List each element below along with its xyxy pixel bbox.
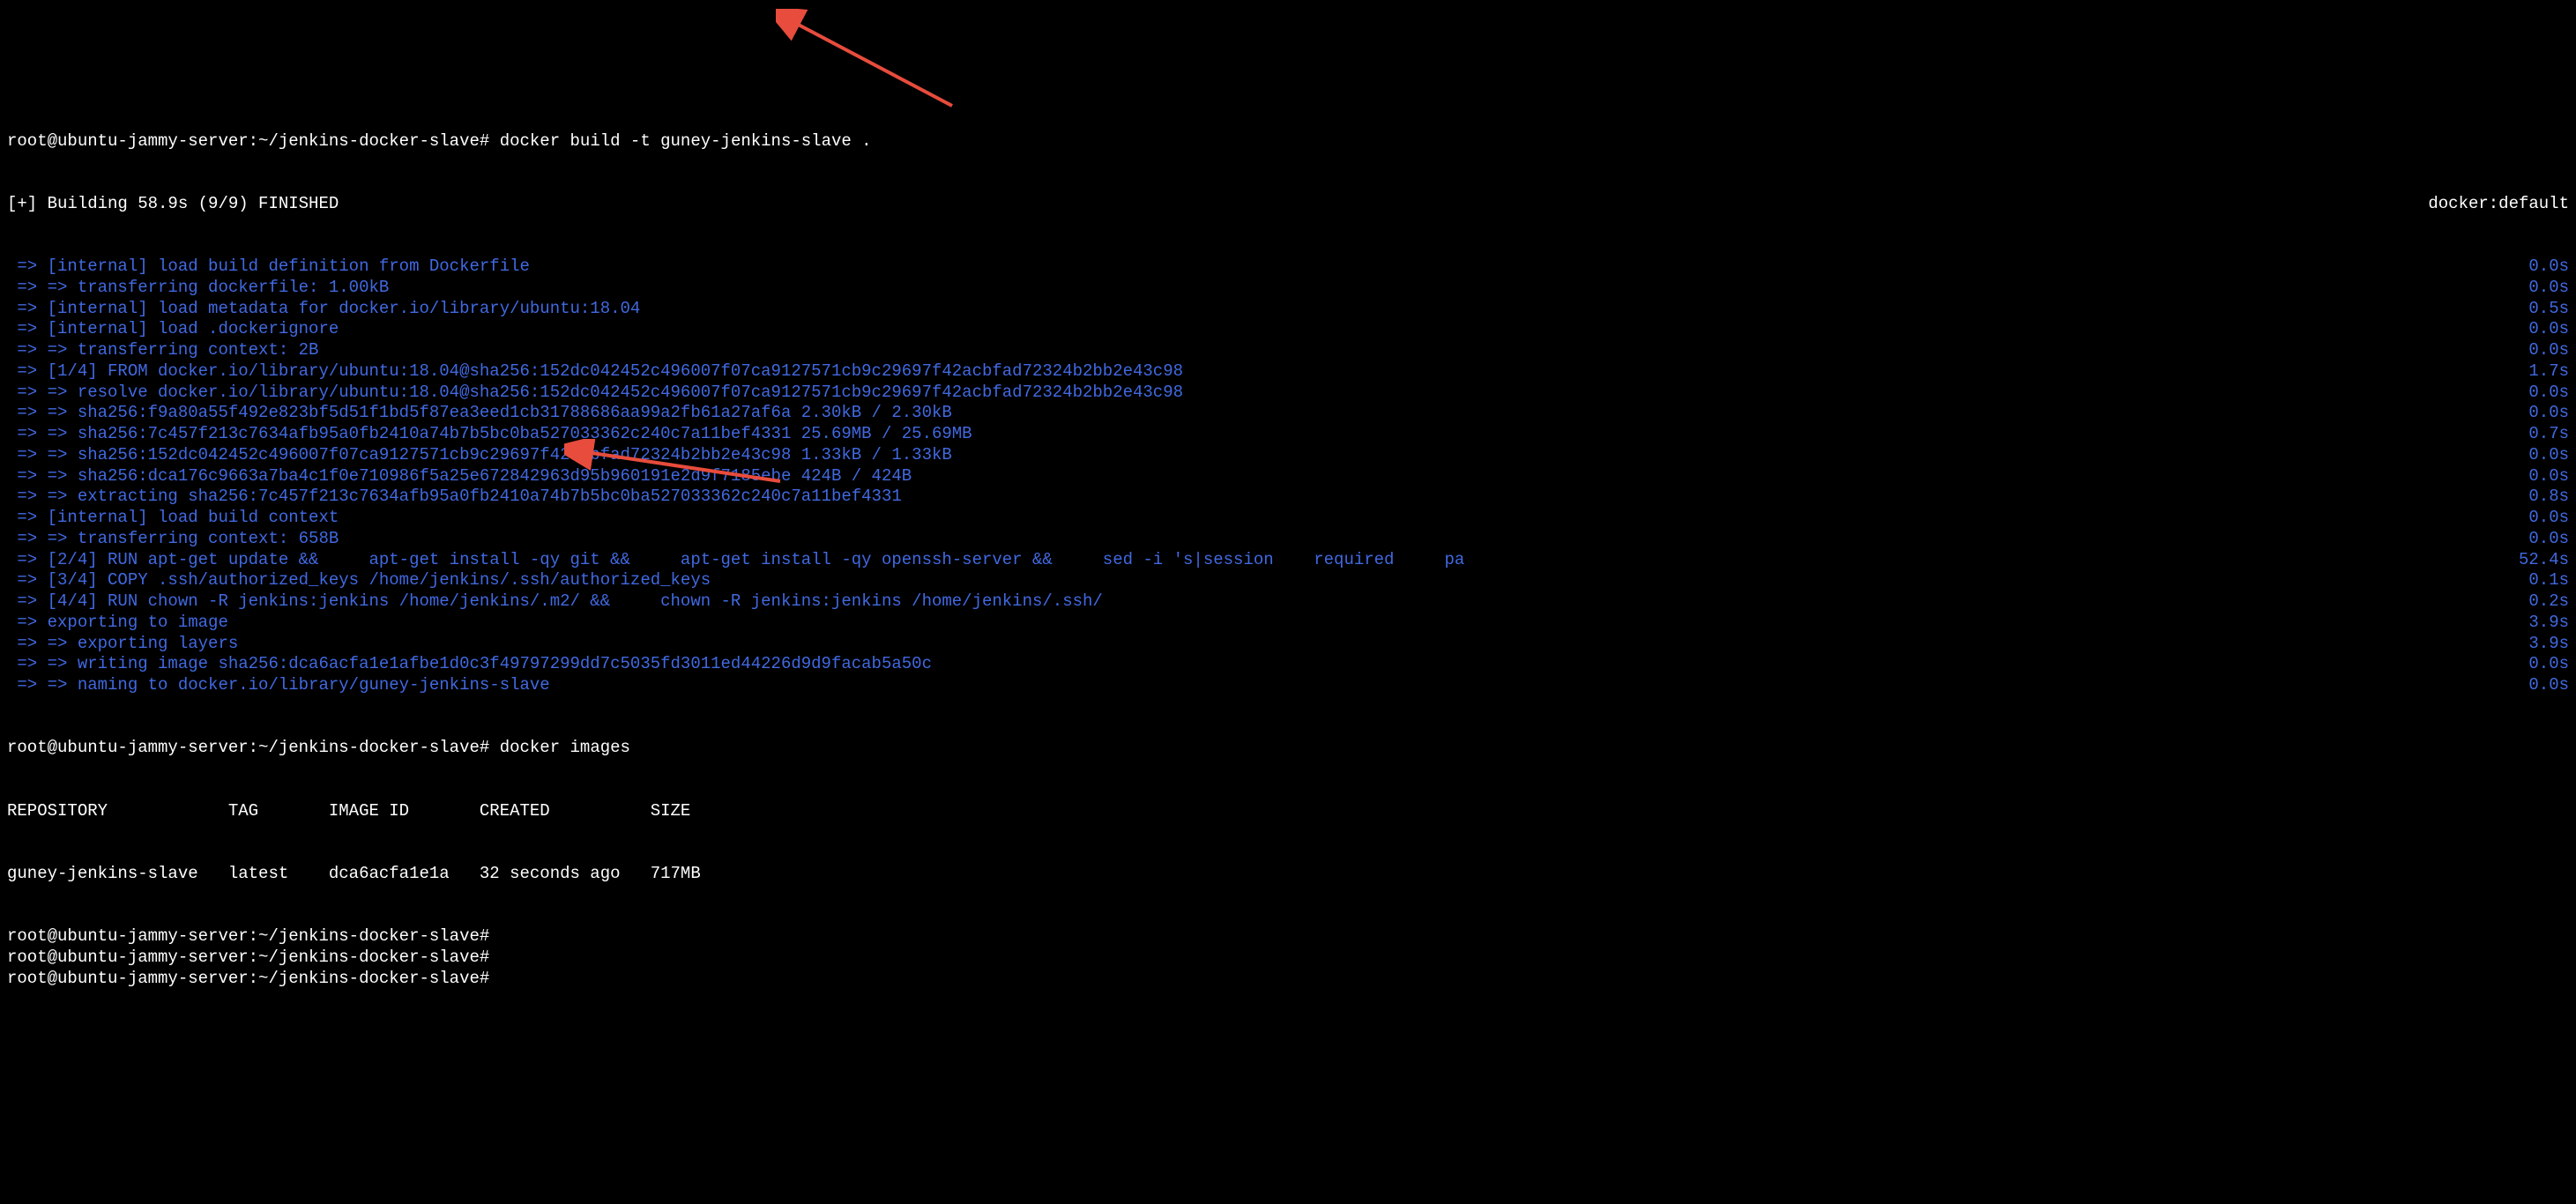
build-step-line: => => exporting layers3.9s <box>7 634 2569 655</box>
build-step-text: => [internal] load build context <box>7 508 2511 529</box>
build-step-line: => [2/4] RUN apt-get update && apt-get i… <box>7 550 2569 571</box>
terminal-output: root@ubuntu-jammy-server:~/jenkins-docke… <box>7 89 2569 1010</box>
build-step-line: => => transferring context: 658B0.0s <box>7 529 2569 550</box>
build-step-time: 0.0s <box>2511 256 2569 278</box>
build-step-text: => [1/4] FROM docker.io/library/ubuntu:1… <box>7 361 2511 383</box>
table-row-line: guney-jenkins-slave latest dca6acfa1e1a … <box>7 864 2569 885</box>
build-step-time: 0.8s <box>2511 487 2569 508</box>
build-step-time: 0.0s <box>2511 675 2569 696</box>
shell-prompt: root@ubuntu-jammy-server:~/jenkins-docke… <box>7 926 2569 948</box>
build-step-line: => => naming to docker.io/library/guney-… <box>7 675 2569 696</box>
build-step-text: => [2/4] RUN apt-get update && apt-get i… <box>7 550 2501 571</box>
build-step-text: => => resolve docker.io/library/ubuntu:1… <box>7 383 2511 404</box>
build-step-time: 0.1s <box>2511 570 2569 591</box>
build-step-time: 3.9s <box>2511 613 2569 634</box>
shell-prompt: root@ubuntu-jammy-server:~/jenkins-docke… <box>7 131 489 151</box>
build-step-line: => => transferring dockerfile: 1.00kB0.0… <box>7 278 2569 299</box>
build-step-line: => => transferring context: 2B0.0s <box>7 340 2569 361</box>
build-step-line: => => sha256:7c457f213c7634afb95a0fb2410… <box>7 424 2569 445</box>
build-step-line: => [internal] load build context0.0s <box>7 508 2569 529</box>
building-status-line: [+] Building 58.9s (9/9) FINISHED docker… <box>7 194 2569 215</box>
prompt-line-1: root@ubuntu-jammy-server:~/jenkins-docke… <box>7 131 2569 152</box>
command-text: docker images <box>500 738 630 757</box>
build-step-line: => => writing image sha256:dca6acfa1e1af… <box>7 654 2569 675</box>
build-step-time: 0.0s <box>2511 654 2569 675</box>
build-step-text: => => sha256:152dc042452c496007f07ca9127… <box>7 445 2511 466</box>
build-step-time: 0.0s <box>2511 319 2569 340</box>
build-step-text: => => extracting sha256:7c457f213c7634af… <box>7 487 2511 508</box>
build-step-text: => => sha256:dca176c9663a7ba4c1f0e710986… <box>7 466 2511 487</box>
build-step-text: => => sha256:7c457f213c7634afb95a0fb2410… <box>7 424 2511 445</box>
build-step-line: => => sha256:152dc042452c496007f07ca9127… <box>7 445 2569 466</box>
build-step-text: => [4/4] RUN chown -R jenkins:jenkins /h… <box>7 591 2511 613</box>
build-step-line: => [4/4] RUN chown -R jenkins:jenkins /h… <box>7 591 2569 613</box>
building-status: [+] Building 58.9s (9/9) FINISHED <box>7 194 2410 215</box>
build-step-line: => => sha256:dca176c9663a7ba4c1f0e710986… <box>7 466 2569 487</box>
table-header-line: REPOSITORY TAG IMAGE ID CREATED SIZE <box>7 801 2569 822</box>
build-step-line: => => extracting sha256:7c457f213c7634af… <box>7 487 2569 508</box>
empty-prompts: root@ubuntu-jammy-server:~/jenkins-docke… <box>7 926 2569 989</box>
build-step-line: => [internal] load .dockerignore0.0s <box>7 319 2569 340</box>
build-step-time: 0.0s <box>2511 529 2569 550</box>
build-step-time: 0.5s <box>2511 299 2569 320</box>
shell-prompt: root@ubuntu-jammy-server:~/jenkins-docke… <box>7 969 2569 990</box>
prompt-line-2: root@ubuntu-jammy-server:~/jenkins-docke… <box>7 738 2569 759</box>
build-step-text: => => writing image sha256:dca6acfa1e1af… <box>7 654 2511 675</box>
docker-context: docker:default <box>2410 194 2569 215</box>
images-table-header: REPOSITORY TAG IMAGE ID CREATED SIZE <box>7 801 2569 822</box>
build-step-text: => [3/4] COPY .ssh/authorized_keys /home… <box>7 570 2511 591</box>
build-step-text: => => naming to docker.io/library/guney-… <box>7 675 2511 696</box>
build-step-text: => [internal] load metadata for docker.i… <box>7 299 2511 320</box>
build-step-time: 0.0s <box>2511 403 2569 424</box>
build-step-line: => [internal] load metadata for docker.i… <box>7 299 2569 320</box>
build-step-line: => => sha256:f9a80a55f492e823bf5d51f1bd5… <box>7 403 2569 424</box>
build-step-line: => [internal] load build definition from… <box>7 256 2569 278</box>
build-step-text: => exporting to image <box>7 613 2511 634</box>
build-step-text: => [internal] load build definition from… <box>7 256 2511 278</box>
build-step-text: => => exporting layers <box>7 634 2511 655</box>
build-step-time: 0.0s <box>2511 278 2569 299</box>
build-step-time: 0.0s <box>2511 383 2569 404</box>
build-step-line: => [3/4] COPY .ssh/authorized_keys /home… <box>7 570 2569 591</box>
build-step-text: => => transferring context: 658B <box>7 529 2511 550</box>
build-step-time: 0.0s <box>2511 508 2569 529</box>
command-text: docker build -t guney-jenkins-slave . <box>500 131 872 151</box>
build-step-time: 0.0s <box>2511 466 2569 487</box>
shell-prompt: root@ubuntu-jammy-server:~/jenkins-docke… <box>7 738 489 757</box>
build-step-line: => [1/4] FROM docker.io/library/ubuntu:1… <box>7 361 2569 383</box>
build-step-time: 0.0s <box>2511 445 2569 466</box>
build-step-text: => => sha256:f9a80a55f492e823bf5d51f1bd5… <box>7 403 2511 424</box>
build-steps: => [internal] load build definition from… <box>7 256 2569 696</box>
images-table-row: guney-jenkins-slave latest dca6acfa1e1a … <box>7 864 2569 885</box>
build-step-text: => => transferring context: 2B <box>7 340 2511 361</box>
shell-prompt: root@ubuntu-jammy-server:~/jenkins-docke… <box>7 948 2569 969</box>
build-step-time: 52.4s <box>2501 550 2569 571</box>
build-step-time: 3.9s <box>2511 634 2569 655</box>
build-step-line: => => resolve docker.io/library/ubuntu:1… <box>7 383 2569 404</box>
empty-prompt-line: root@ubuntu-jammy-server:~/jenkins-docke… <box>7 926 2569 948</box>
build-step-time: 0.7s <box>2511 424 2569 445</box>
build-step-time: 0.0s <box>2511 340 2569 361</box>
empty-prompt-line: root@ubuntu-jammy-server:~/jenkins-docke… <box>7 948 2569 969</box>
build-step-text: => [internal] load .dockerignore <box>7 319 2511 340</box>
build-step-time: 1.7s <box>2511 361 2569 383</box>
build-step-time: 0.2s <box>2511 591 2569 613</box>
build-step-text: => => transferring dockerfile: 1.00kB <box>7 278 2511 299</box>
empty-prompt-line: root@ubuntu-jammy-server:~/jenkins-docke… <box>7 969 2569 990</box>
build-step-line: => exporting to image3.9s <box>7 613 2569 634</box>
